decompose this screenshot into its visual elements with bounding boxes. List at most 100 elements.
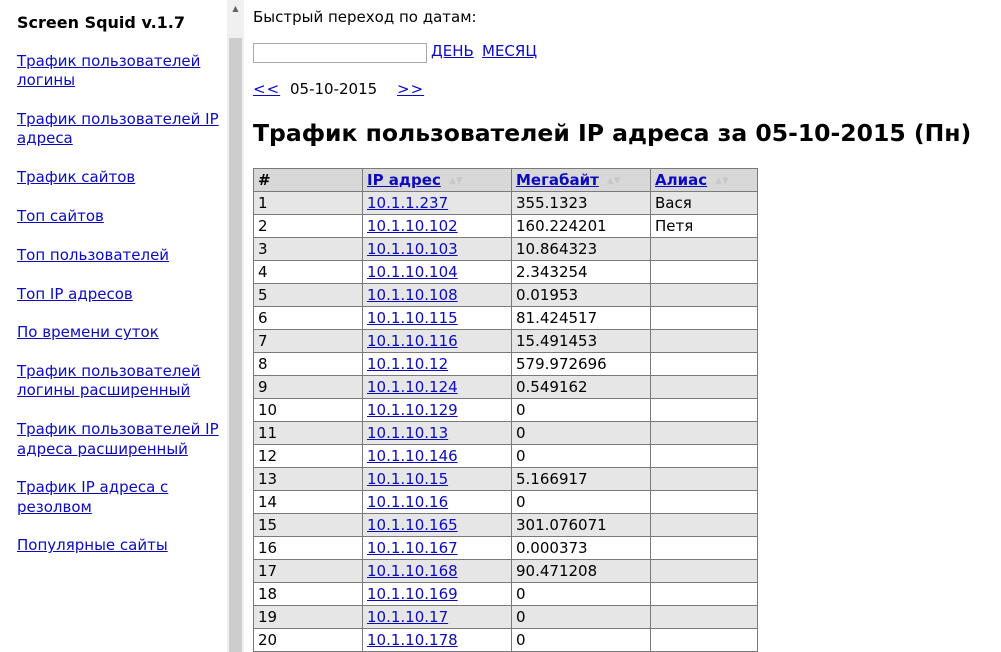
sidebar-item-top-users: Топ пользователей — [17, 246, 222, 265]
alias-cell — [650, 513, 758, 537]
row-number: 10 — [253, 398, 363, 422]
ip-cell: 10.1.10.115 — [362, 306, 512, 330]
megabytes-cell: 0 — [511, 444, 651, 468]
ip-link[interactable]: 10.1.10.168 — [367, 562, 458, 580]
sidebar-link-users-ip[interactable]: Трафик пользователей IP адреса — [17, 110, 219, 147]
row-number: 1 — [253, 191, 363, 215]
day-link[interactable]: ДЕНЬ — [431, 42, 474, 60]
traffic-table: # IP адрес ▲▼ Мегабайт ▲▼ Алиас ▲▼ 1 10.1.1.… — [253, 168, 758, 652]
table-row: 15 10.1.10.165 301.076071 — [253, 513, 758, 537]
sidebar-scrollbar[interactable]: ▲ — [227, 0, 244, 652]
prev-date-link[interactable]: << — [253, 80, 280, 98]
alias-cell — [650, 490, 758, 514]
ip-link[interactable]: 10.1.10.169 — [367, 585, 458, 603]
table-row: 2 10.1.10.102 160.224201 Петя — [253, 214, 758, 238]
sidebar-link-sites-traffic[interactable]: Трафик сайтов — [17, 168, 135, 186]
sidebar-link-popular-sites[interactable]: Популярные сайты — [17, 536, 168, 554]
row-number: 4 — [253, 260, 363, 284]
alias-cell: Петя — [650, 214, 758, 238]
row-number: 6 — [253, 306, 363, 330]
alias-cell: Вася — [650, 191, 758, 215]
ip-link[interactable]: 10.1.10.129 — [367, 401, 458, 419]
ip-cell: 10.1.10.16 — [362, 490, 512, 514]
app-title: Screen Squid v.1.7 — [17, 13, 185, 32]
ip-cell: 10.1.10.103 — [362, 237, 512, 261]
row-number: 2 — [253, 214, 363, 238]
sort-arrows-icon[interactable]: ▲▼ — [715, 176, 729, 186]
ip-link[interactable]: 10.1.10.124 — [367, 378, 458, 396]
ip-link[interactable]: 10.1.10.15 — [367, 470, 448, 488]
alias-cell — [650, 628, 758, 652]
scroll-up-arrow-icon[interactable]: ▲ — [227, 0, 244, 17]
sort-mb-link[interactable]: Мегабайт — [516, 171, 599, 189]
table-row: 8 10.1.10.12 579.972696 — [253, 352, 758, 376]
sort-ip-link[interactable]: IP адрес — [367, 171, 441, 189]
ip-link[interactable]: 10.1.10.108 — [367, 286, 458, 304]
sort-arrows-icon[interactable]: ▲▼ — [449, 176, 463, 186]
table-row: 10 10.1.10.129 0 — [253, 398, 758, 422]
megabytes-cell: 0 — [511, 628, 651, 652]
ip-link[interactable]: 10.1.10.115 — [367, 309, 458, 327]
sidebar-link-users-logins-extended[interactable]: Трафик пользователей логины расширенный — [17, 362, 200, 399]
ip-link[interactable]: 10.1.10.165 — [367, 516, 458, 534]
header-ip: IP адрес ▲▼ — [362, 168, 512, 192]
ip-link[interactable]: 10.1.10.17 — [367, 608, 448, 626]
sidebar-link-users-logins[interactable]: Трафик пользователей логины — [17, 52, 200, 89]
date-input[interactable] — [253, 43, 427, 63]
table-row: 18 10.1.10.169 0 — [253, 582, 758, 606]
ip-link[interactable]: 10.1.10.104 — [367, 263, 458, 281]
row-number: 18 — [253, 582, 363, 606]
main-content: Быстрый переход по датам: ДЕНЬ МЕСЯЦ << … — [253, 0, 1001, 652]
sidebar-nav: Трафик пользователей логины Трафик польз… — [17, 52, 222, 575]
ip-link[interactable]: 10.1.10.16 — [367, 493, 448, 511]
megabytes-cell: 0 — [511, 421, 651, 445]
sidebar-link-top-ip[interactable]: Топ IP адресов — [17, 285, 133, 303]
row-number: 3 — [253, 237, 363, 261]
alias-cell — [650, 398, 758, 422]
ip-link[interactable]: 10.1.10.167 — [367, 539, 458, 557]
table-row: 4 10.1.10.104 2.343254 — [253, 260, 758, 284]
table-row: 11 10.1.10.13 0 — [253, 421, 758, 445]
ip-link[interactable]: 10.1.10.103 — [367, 240, 458, 258]
quick-jump-label: Быстрый переход по датам: — [253, 8, 477, 26]
row-number: 16 — [253, 536, 363, 560]
row-number: 7 — [253, 329, 363, 353]
megabytes-cell: 0 — [511, 398, 651, 422]
ip-link[interactable]: 10.1.10.116 — [367, 332, 458, 350]
sort-arrows-icon[interactable]: ▲▼ — [607, 176, 621, 186]
table-row: 3 10.1.10.103 10.864323 — [253, 237, 758, 261]
next-date-link[interactable]: >> — [397, 80, 424, 98]
megabytes-cell: 81.424517 — [511, 306, 651, 330]
row-number: 17 — [253, 559, 363, 583]
ip-link[interactable]: 10.1.10.102 — [367, 217, 458, 235]
ip-cell: 10.1.1.237 — [362, 191, 512, 215]
row-number: 15 — [253, 513, 363, 537]
ip-link[interactable]: 10.1.10.178 — [367, 631, 458, 649]
ip-link[interactable]: 10.1.10.146 — [367, 447, 458, 465]
megabytes-cell: 90.471208 — [511, 559, 651, 583]
megabytes-cell: 10.864323 — [511, 237, 651, 261]
sidebar-link-top-users[interactable]: Топ пользователей — [17, 246, 169, 264]
row-number: 13 — [253, 467, 363, 491]
row-number: 8 — [253, 352, 363, 376]
ip-link[interactable]: 10.1.10.13 — [367, 424, 448, 442]
megabytes-cell: 0.000373 — [511, 536, 651, 560]
sidebar-link-users-ip-extended[interactable]: Трафик пользователей IP адреса расширенн… — [17, 420, 219, 457]
ip-cell: 10.1.10.167 — [362, 536, 512, 560]
month-link[interactable]: МЕСЯЦ — [482, 42, 537, 60]
ip-link[interactable]: 10.1.1.237 — [367, 194, 448, 212]
sidebar-link-time-of-day[interactable]: По времени суток — [17, 323, 159, 341]
row-number: 20 — [253, 628, 363, 652]
sidebar-link-top-sites[interactable]: Топ сайтов — [17, 207, 104, 225]
megabytes-cell: 2.343254 — [511, 260, 651, 284]
sidebar-item-users-ip-extended: Трафик пользователей IP адреса расширенн… — [17, 420, 222, 459]
table-row: 14 10.1.10.16 0 — [253, 490, 758, 514]
sidebar-link-ip-resolve[interactable]: Трафик IP адреса с резолвом — [17, 478, 168, 515]
ip-link[interactable]: 10.1.10.12 — [367, 355, 448, 373]
ip-cell: 10.1.10.169 — [362, 582, 512, 606]
alias-cell — [650, 260, 758, 284]
sort-alias-link[interactable]: Алиас — [655, 171, 707, 189]
row-number: 12 — [253, 444, 363, 468]
scrollbar-thumb[interactable] — [229, 38, 242, 652]
ip-cell: 10.1.10.146 — [362, 444, 512, 468]
